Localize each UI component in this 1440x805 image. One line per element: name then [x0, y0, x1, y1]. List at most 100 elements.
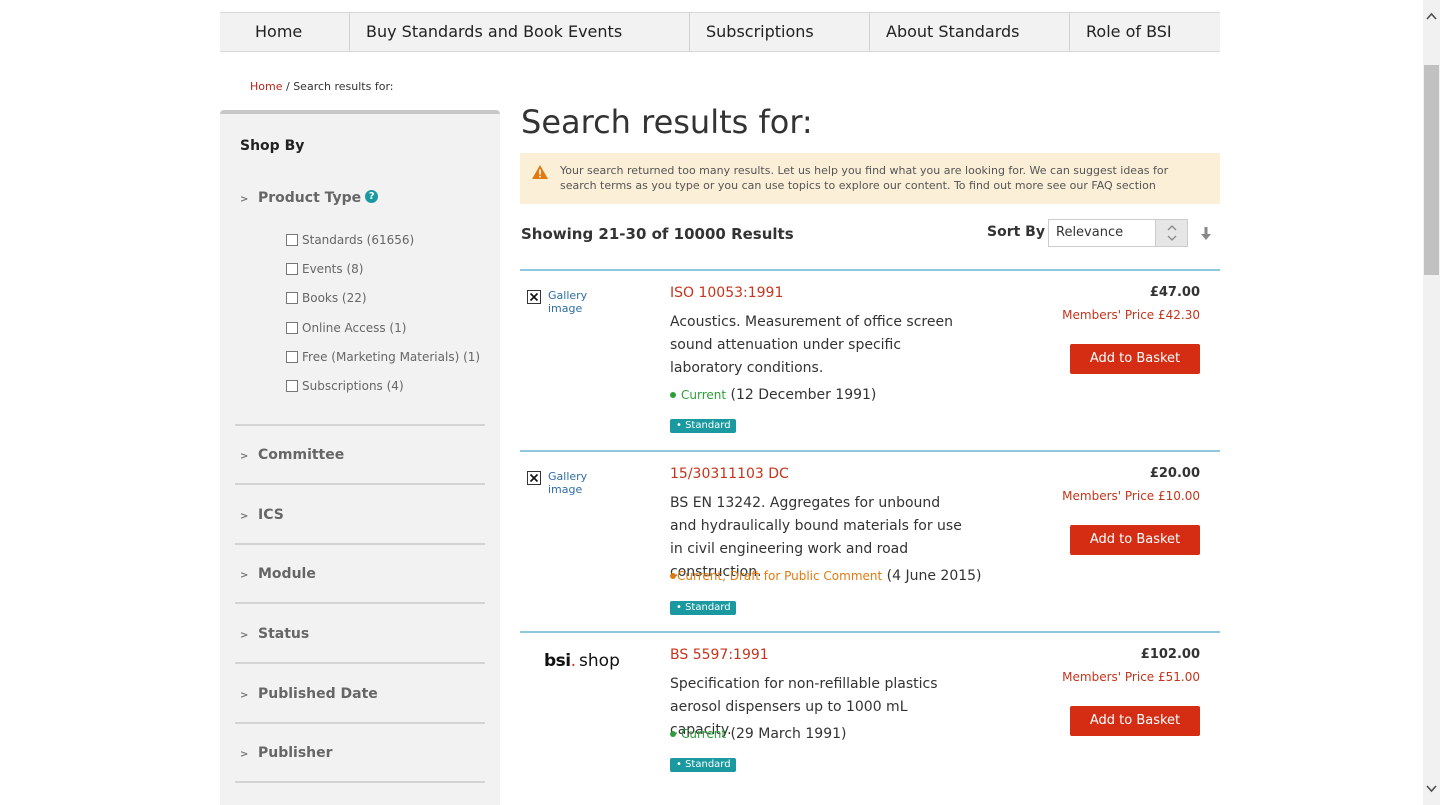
page-title: Search results for: — [521, 103, 813, 141]
product-type-tag: • Standard — [670, 601, 736, 615]
members-price-value: £51.00 — [1158, 670, 1200, 684]
product-description: Acoustics. Measurement of office screen … — [670, 314, 953, 376]
page-scrollbar[interactable] — [1423, 0, 1440, 805]
filter-group-committee[interactable]: > Committee — [240, 447, 344, 463]
chevron-right-icon: > — [240, 630, 249, 641]
logo-brand: bsi — [544, 651, 571, 671]
add-to-basket-button[interactable]: Add to Basket — [1070, 706, 1200, 736]
result-item: bsi. shop BS 5597:1991 Specification for … — [520, 631, 1220, 805]
filter-group-label: Status — [258, 626, 310, 642]
filter-group-status[interactable]: > Status — [240, 626, 309, 642]
scroll-down-icon[interactable] — [1423, 780, 1440, 797]
filter-option-label: Books (22) — [302, 291, 367, 305]
product-type-tag: • Standard — [670, 419, 736, 433]
filter-group-publisher[interactable]: > Publisher — [240, 745, 333, 761]
add-to-basket-button[interactable]: Add to Basket — [1070, 525, 1200, 555]
status-label: Current — [681, 388, 727, 402]
nav-home[interactable]: Home — [220, 13, 350, 51]
divider — [235, 722, 485, 724]
status-label: Current, Draft for Public Comment — [677, 569, 883, 583]
filter-group-published-date[interactable]: > Published Date — [240, 686, 378, 702]
filter-group-label: ICS — [258, 507, 284, 523]
filter-group-label: Product Type — [258, 190, 362, 206]
checkbox[interactable] — [286, 351, 298, 363]
sort-direction-icon[interactable] — [1199, 226, 1213, 242]
filter-option-online-access[interactable]: Online Access (1) — [286, 321, 406, 335]
checkbox[interactable] — [286, 263, 298, 275]
filter-option-label: Subscriptions (4) — [302, 379, 404, 393]
tag-label: Standard — [685, 602, 731, 613]
chevron-right-icon: > — [240, 570, 249, 581]
divider — [235, 543, 485, 545]
sort-select[interactable]: Relevance — [1048, 219, 1188, 247]
product-code-link[interactable]: BS 5597:1991 — [670, 647, 769, 663]
product-code-link[interactable]: 15/30311103 DC — [670, 466, 789, 482]
divider — [235, 602, 485, 604]
filter-group-product-type[interactable]: > Product Type? — [240, 190, 379, 206]
filter-option-books[interactable]: Books (22) — [286, 291, 367, 305]
scroll-up-icon[interactable] — [1423, 8, 1440, 25]
nav-buy-standards[interactable]: Buy Standards and Book Events — [350, 13, 690, 51]
divider — [235, 662, 485, 664]
scrollbar-thumb[interactable] — [1424, 65, 1439, 275]
nav-role-of-bsi[interactable]: Role of BSI — [1070, 13, 1220, 51]
bsi-shop-logo[interactable]: bsi. shop — [544, 651, 620, 671]
result-item: Gallery image ISO 10053:1991 Acoustics. … — [520, 269, 1220, 451]
filter-group-label: Module — [258, 566, 316, 582]
members-price-label: Members' Price — [1062, 489, 1155, 503]
product-type-tag: • Standard — [670, 758, 736, 772]
breadcrumb-current: Search results for: — [293, 80, 394, 93]
nav-about-standards[interactable]: About Standards — [870, 13, 1070, 51]
chevron-right-icon: > — [240, 690, 249, 701]
status-date: (4 June 2015) — [886, 568, 982, 584]
image-alt-text: Gallery image — [548, 470, 588, 496]
product-code-link[interactable]: ISO 10053:1991 — [670, 285, 783, 301]
members-price-label: Members' Price — [1062, 670, 1155, 684]
alert-message: Your search returned too many results. L… — [560, 164, 1169, 192]
filter-option-standards[interactable]: Standards (61656) — [286, 233, 414, 247]
status-dot-icon — [670, 573, 676, 579]
product-status: Current (12 December 1991) — [670, 387, 876, 403]
breadcrumb-home-link[interactable]: Home — [250, 80, 282, 93]
select-arrows-icon — [1155, 220, 1187, 246]
search-alert: Your search returned too many results. L… — [520, 153, 1220, 204]
filter-group-module[interactable]: > Module — [240, 566, 316, 582]
chevron-right-icon: > — [240, 511, 249, 522]
filter-option-free[interactable]: Free (Marketing Materials) (1) — [286, 350, 480, 364]
status-date: (12 December 1991) — [730, 387, 877, 403]
filter-option-events[interactable]: Events (8) — [286, 262, 363, 276]
divider — [235, 483, 485, 485]
logo-suffix: shop — [579, 651, 620, 671]
members-price-value: £42.30 — [1158, 308, 1200, 322]
image-alt-text: Gallery image — [548, 289, 588, 315]
nav-subscriptions[interactable]: Subscriptions — [690, 13, 870, 51]
help-icon[interactable]: ? — [365, 190, 379, 203]
checkbox[interactable] — [286, 322, 298, 334]
checkbox[interactable] — [286, 380, 298, 392]
divider — [235, 781, 485, 783]
filter-option-label: Standards (61656) — [302, 233, 415, 247]
chevron-right-icon: > — [240, 749, 249, 760]
filter-group-ics[interactable]: > ICS — [240, 507, 284, 523]
members-price-label: Members' Price — [1062, 308, 1155, 322]
sort-label: Sort By — [987, 224, 1045, 240]
members-price: Members' Price £10.00 — [1062, 489, 1200, 503]
tag-label: Standard — [685, 759, 731, 770]
product-status: Current (29 March 1991) — [670, 726, 846, 742]
product-status: Current, Draft for Public Comment (4 Jun… — [670, 568, 982, 584]
filter-group-label: Published Date — [258, 686, 378, 702]
tag-label: Standard — [685, 420, 731, 431]
checkbox[interactable] — [286, 292, 298, 304]
result-item: Gallery image 15/30311103 DC BS EN 13242… — [520, 450, 1220, 633]
filter-group-label: Committee — [258, 447, 345, 463]
filter-sidebar: Shop By > Product Type? Standards (61656)… — [220, 110, 500, 805]
sort-select-value: Relevance — [1056, 225, 1124, 240]
status-date: (29 March 1991) — [730, 726, 847, 742]
filter-option-label: Events (8) — [302, 262, 364, 276]
add-to-basket-button[interactable]: Add to Basket — [1070, 344, 1200, 374]
breadcrumb: Home / Search results for: — [250, 80, 393, 93]
warning-icon — [532, 165, 548, 179]
checkbox[interactable] — [286, 234, 298, 246]
status-label: Current — [681, 727, 727, 741]
filter-option-subscriptions[interactable]: Subscriptions (4) — [286, 379, 404, 393]
